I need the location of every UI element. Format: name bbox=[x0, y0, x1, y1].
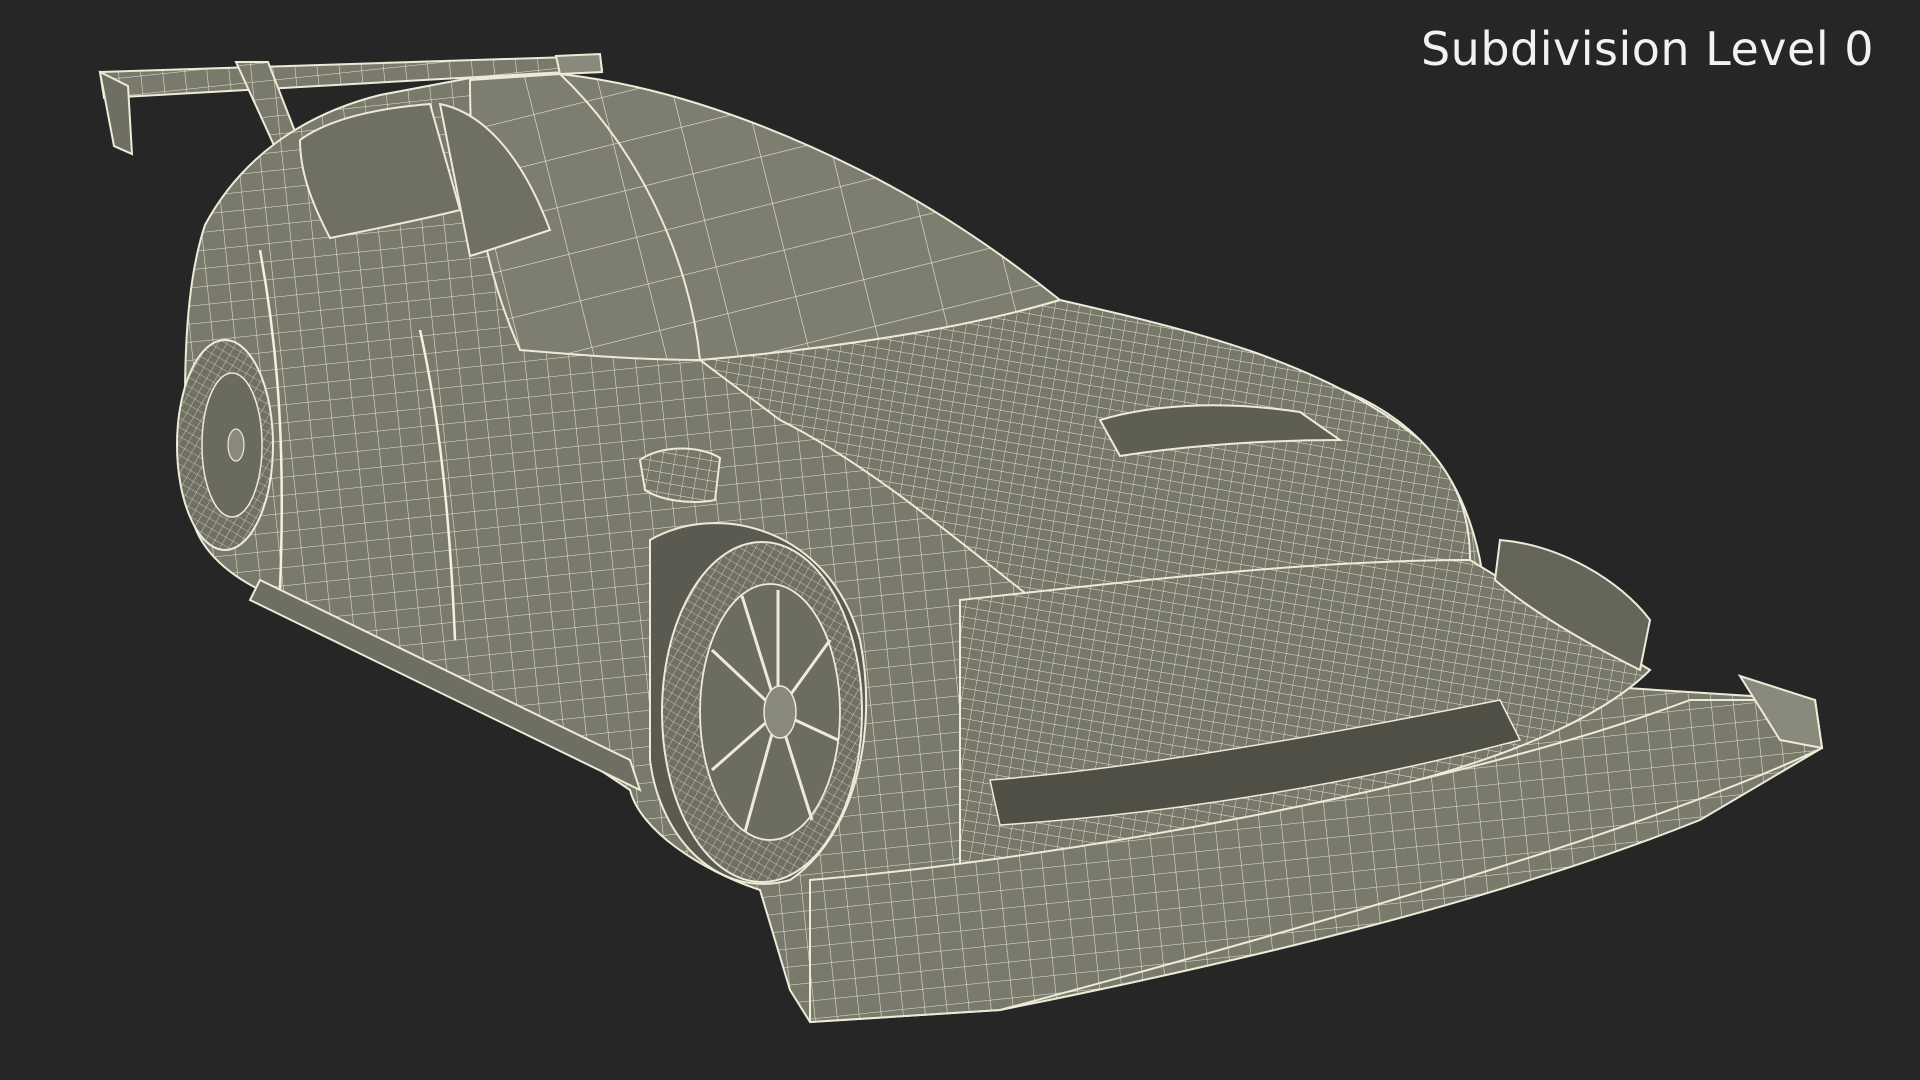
subdivision-level-label: Subdivision Level 0 bbox=[1420, 22, 1874, 76]
car-body bbox=[183, 72, 1824, 1024]
wireframe-race-car-icon bbox=[98, 52, 1824, 1024]
rear-wheel bbox=[176, 339, 274, 551]
3d-viewport[interactable]: Subdivision Level 0 bbox=[0, 0, 1920, 1080]
